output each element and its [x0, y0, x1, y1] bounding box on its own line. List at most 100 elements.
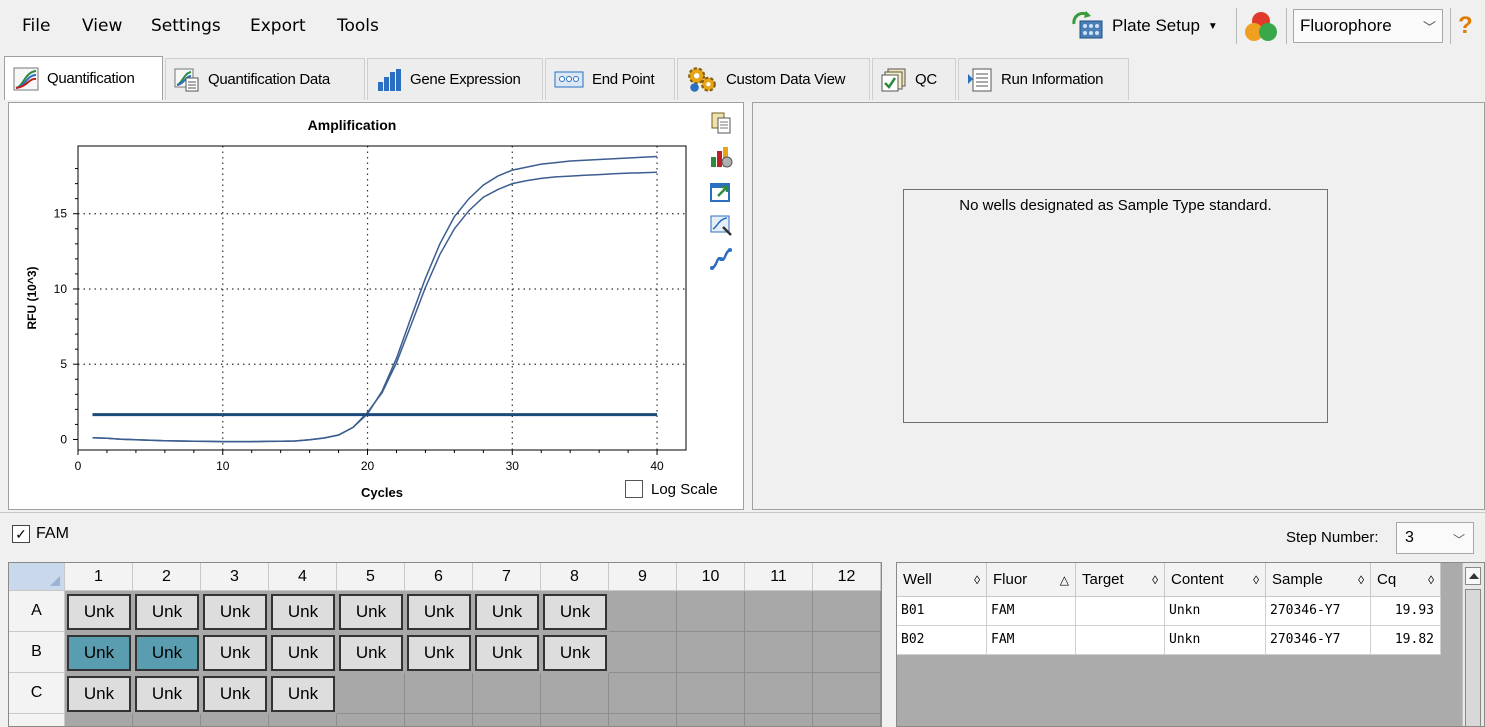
plate-well[interactable]: Unk: [339, 594, 403, 630]
plate-empty-well[interactable]: [677, 591, 745, 632]
step-number-select[interactable]: 3 ﹀: [1396, 522, 1474, 554]
plate-empty-well[interactable]: [133, 714, 201, 726]
plate-well[interactable]: Unk: [407, 594, 471, 630]
menu-view[interactable]: View: [82, 16, 122, 36]
fam-checkbox[interactable]: ✓ FAM: [12, 525, 69, 543]
plate-well[interactable]: Unk: [271, 594, 335, 630]
tab-qc[interactable]: QC: [872, 58, 956, 100]
tab-quantification-data[interactable]: Quantification Data: [165, 58, 365, 100]
plate-empty-well[interactable]: [473, 673, 541, 714]
plate-well[interactable]: Unk: [67, 676, 131, 712]
plate-well[interactable]: Unk: [203, 594, 267, 630]
plate-well[interactable]: Unk: [135, 635, 199, 671]
chart-settings-icon[interactable]: [709, 145, 733, 169]
table-cell-well[interactable]: B01: [897, 597, 987, 626]
plate-empty-well[interactable]: [337, 673, 405, 714]
select-all-corner[interactable]: [9, 563, 65, 591]
plate-column-header[interactable]: 6: [405, 563, 473, 591]
table-cell-sample[interactable]: 270346-Y7: [1266, 597, 1371, 626]
amplification-chart[interactable]: 0 10 20 30 40 0 5 10 15 Amplification Cycles RFU (1…: [9, 103, 745, 511]
scroll-up-icon[interactable]: [1465, 567, 1481, 585]
plate-well[interactable]: Unk: [475, 635, 539, 671]
table-cell-cq[interactable]: 19.82: [1371, 626, 1441, 655]
plate-column-header[interactable]: 12: [813, 563, 881, 591]
table-cell-target[interactable]: [1076, 597, 1165, 626]
checkbox-box[interactable]: [625, 480, 643, 498]
plate-empty-well[interactable]: [813, 591, 881, 632]
sort-icon[interactable]: ◊: [974, 573, 980, 587]
column-header-sample[interactable]: Sample ◊: [1266, 563, 1371, 597]
plate-well[interactable]: Unk: [407, 635, 471, 671]
tab-end-point[interactable]: End Point: [545, 58, 675, 100]
plate-empty-well[interactable]: [541, 714, 609, 726]
plate-well[interactable]: Unk: [67, 635, 131, 671]
check-icon[interactable]: ✓: [12, 525, 30, 543]
table-cell-content[interactable]: Unkn: [1165, 626, 1266, 655]
plate-empty-well[interactable]: [609, 714, 677, 726]
plate-row-header[interactable]: A: [9, 591, 65, 632]
table-cell-content[interactable]: Unkn: [1165, 597, 1266, 626]
plate-empty-well[interactable]: [541, 673, 609, 714]
plate-column-header[interactable]: 5: [337, 563, 405, 591]
plate-well[interactable]: Unk: [543, 635, 607, 671]
plate-column-header[interactable]: 1: [65, 563, 133, 591]
plate-empty-well[interactable]: [745, 591, 813, 632]
plate-well[interactable]: Unk: [475, 594, 539, 630]
plate-well[interactable]: Unk: [135, 676, 199, 712]
log-scale-checkbox[interactable]: Log Scale: [625, 480, 718, 498]
tab-custom-data-view[interactable]: Custom Data View: [677, 58, 870, 100]
plate-column-header[interactable]: 2: [133, 563, 201, 591]
scroll-thumb[interactable]: [1465, 589, 1481, 726]
plate-empty-well[interactable]: [745, 673, 813, 714]
help-icon[interactable]: ?: [1458, 12, 1473, 40]
plate-column-header[interactable]: 10: [677, 563, 745, 591]
plate-well[interactable]: Unk: [271, 635, 335, 671]
plate-well[interactable]: Unk: [203, 635, 267, 671]
sort-icon[interactable]: ◊: [1152, 573, 1158, 587]
plate-empty-well[interactable]: [609, 632, 677, 673]
fluorophore-select[interactable]: Fluorophore ﹀: [1293, 9, 1443, 43]
plate-empty-well[interactable]: [677, 632, 745, 673]
plate-setup-button[interactable]: Plate Setup ▼: [1070, 10, 1218, 42]
menu-settings[interactable]: Settings: [151, 16, 221, 36]
plate-row-header[interactable]: B: [9, 632, 65, 673]
sort-icon[interactable]: △: [1060, 573, 1069, 587]
plate-well[interactable]: Unk: [67, 594, 131, 630]
plate-empty-well[interactable]: [473, 714, 541, 726]
table-cell-well[interactable]: B02: [897, 626, 987, 655]
table-cell-cq[interactable]: 19.93: [1371, 597, 1441, 626]
plate-empty-well[interactable]: [201, 714, 269, 726]
plate-empty-well[interactable]: [405, 714, 473, 726]
column-header-fluor[interactable]: Fluor △: [987, 563, 1076, 597]
column-header-well[interactable]: Well ◊: [897, 563, 987, 597]
plate-column-header[interactable]: 3: [201, 563, 269, 591]
column-header-target[interactable]: Target ◊: [1076, 563, 1165, 597]
plate-column-header[interactable]: 8: [541, 563, 609, 591]
tab-run-information[interactable]: Run Information: [958, 58, 1129, 100]
export-chart-icon[interactable]: [709, 179, 733, 203]
plate-empty-well[interactable]: [677, 714, 745, 726]
column-header-cq[interactable]: Cq ◊: [1371, 563, 1441, 597]
table-cell-fluor[interactable]: FAM: [987, 626, 1076, 655]
table-cell-fluor[interactable]: FAM: [987, 597, 1076, 626]
plate-empty-well[interactable]: [677, 673, 745, 714]
plate-row-header[interactable]: [9, 714, 65, 726]
table-scrollbar[interactable]: [1462, 563, 1484, 726]
plate-empty-well[interactable]: [813, 714, 881, 726]
curve-style-icon[interactable]: [709, 247, 733, 271]
zoom-chart-icon[interactable]: [709, 213, 733, 237]
plate-well[interactable]: Unk: [543, 594, 607, 630]
plate-empty-well[interactable]: [745, 714, 813, 726]
plate-column-header[interactable]: 9: [609, 563, 677, 591]
plate-well[interactable]: Unk: [203, 676, 267, 712]
plate-column-header[interactable]: 11: [745, 563, 813, 591]
sort-icon[interactable]: ◊: [1428, 573, 1434, 587]
plate-well[interactable]: Unk: [339, 635, 403, 671]
plate-empty-well[interactable]: [609, 673, 677, 714]
menu-tools[interactable]: Tools: [337, 16, 379, 36]
plate-empty-well[interactable]: [813, 632, 881, 673]
plate-well[interactable]: Unk: [135, 594, 199, 630]
plate-empty-well[interactable]: [609, 591, 677, 632]
plate-column-header[interactable]: 7: [473, 563, 541, 591]
plate-empty-well[interactable]: [745, 632, 813, 673]
